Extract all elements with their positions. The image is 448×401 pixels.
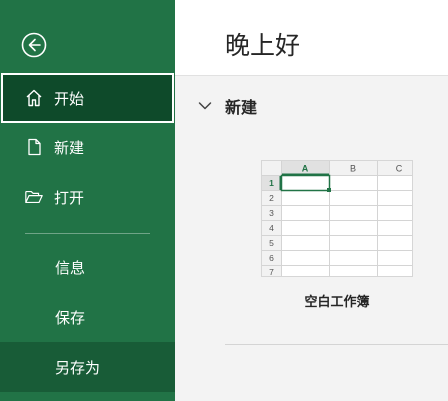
nav-label-home: 开始 xyxy=(54,89,85,108)
nav-label-save: 保存 xyxy=(55,308,86,327)
nav-label-open: 打开 xyxy=(54,188,85,207)
nav-label-save-as: 另存为 xyxy=(55,358,101,377)
open-folder-icon xyxy=(24,187,44,207)
nav-item-open[interactable]: 打开 xyxy=(0,172,175,222)
row-number-1: 1 xyxy=(269,178,274,188)
row-number-6: 6 xyxy=(269,253,274,263)
blank-workbook-label: 空白工作簿 xyxy=(304,295,370,310)
col-header-b: B xyxy=(350,164,356,174)
nav-item-save[interactable]: 保存 xyxy=(0,292,175,342)
new-file-icon xyxy=(24,137,44,157)
blank-workbook-thumbnail: A B C 1 2 3 4 5 6 7 xyxy=(261,160,413,277)
row-number-5: 5 xyxy=(269,238,274,248)
new-section-toggle[interactable]: 新建 xyxy=(195,94,257,118)
home-icon xyxy=(24,88,44,108)
chevron-down-icon xyxy=(195,96,215,116)
col-header-c: C xyxy=(396,164,403,174)
greeting-title: 晚上好 xyxy=(225,31,301,60)
back-arrow-icon xyxy=(21,32,47,58)
backstage-sidebar: 开始 新建 打开 信息 保存 另存为 xyxy=(0,0,175,401)
back-button[interactable] xyxy=(20,31,48,59)
blank-workbook-template[interactable]: A B C 1 2 3 4 5 6 7 空白工作簿 xyxy=(261,160,413,310)
row-number-3: 3 xyxy=(269,208,274,218)
sidebar-divider xyxy=(25,233,150,234)
backstage-main: 晚上好 新建 A B C 1 2 3 4 5 6 7 空白工作簿 xyxy=(175,0,448,401)
nav-label-info: 信息 xyxy=(55,258,86,277)
nav-item-save-as[interactable]: 另存为 xyxy=(0,342,175,392)
main-header: 晚上好 xyxy=(175,0,448,76)
row-number-7: 7 xyxy=(269,267,274,276)
excel-backstage: 开始 新建 打开 信息 保存 另存为 晚上好 新建 A B C 1 2 3 4 … xyxy=(0,0,448,401)
row-number-4: 4 xyxy=(269,223,274,233)
nav-item-home[interactable]: 开始 xyxy=(1,73,174,123)
spreadsheet-grid-icon: A B C 1 2 3 4 5 6 7 xyxy=(262,161,412,276)
new-section-title: 新建 xyxy=(225,98,258,117)
nav-item-info[interactable]: 信息 xyxy=(0,242,175,292)
main-divider xyxy=(225,344,448,345)
col-header-a: A xyxy=(302,164,309,174)
nav-item-new[interactable]: 新建 xyxy=(0,122,175,172)
row-number-2: 2 xyxy=(269,193,274,203)
nav-label-new: 新建 xyxy=(54,138,85,157)
